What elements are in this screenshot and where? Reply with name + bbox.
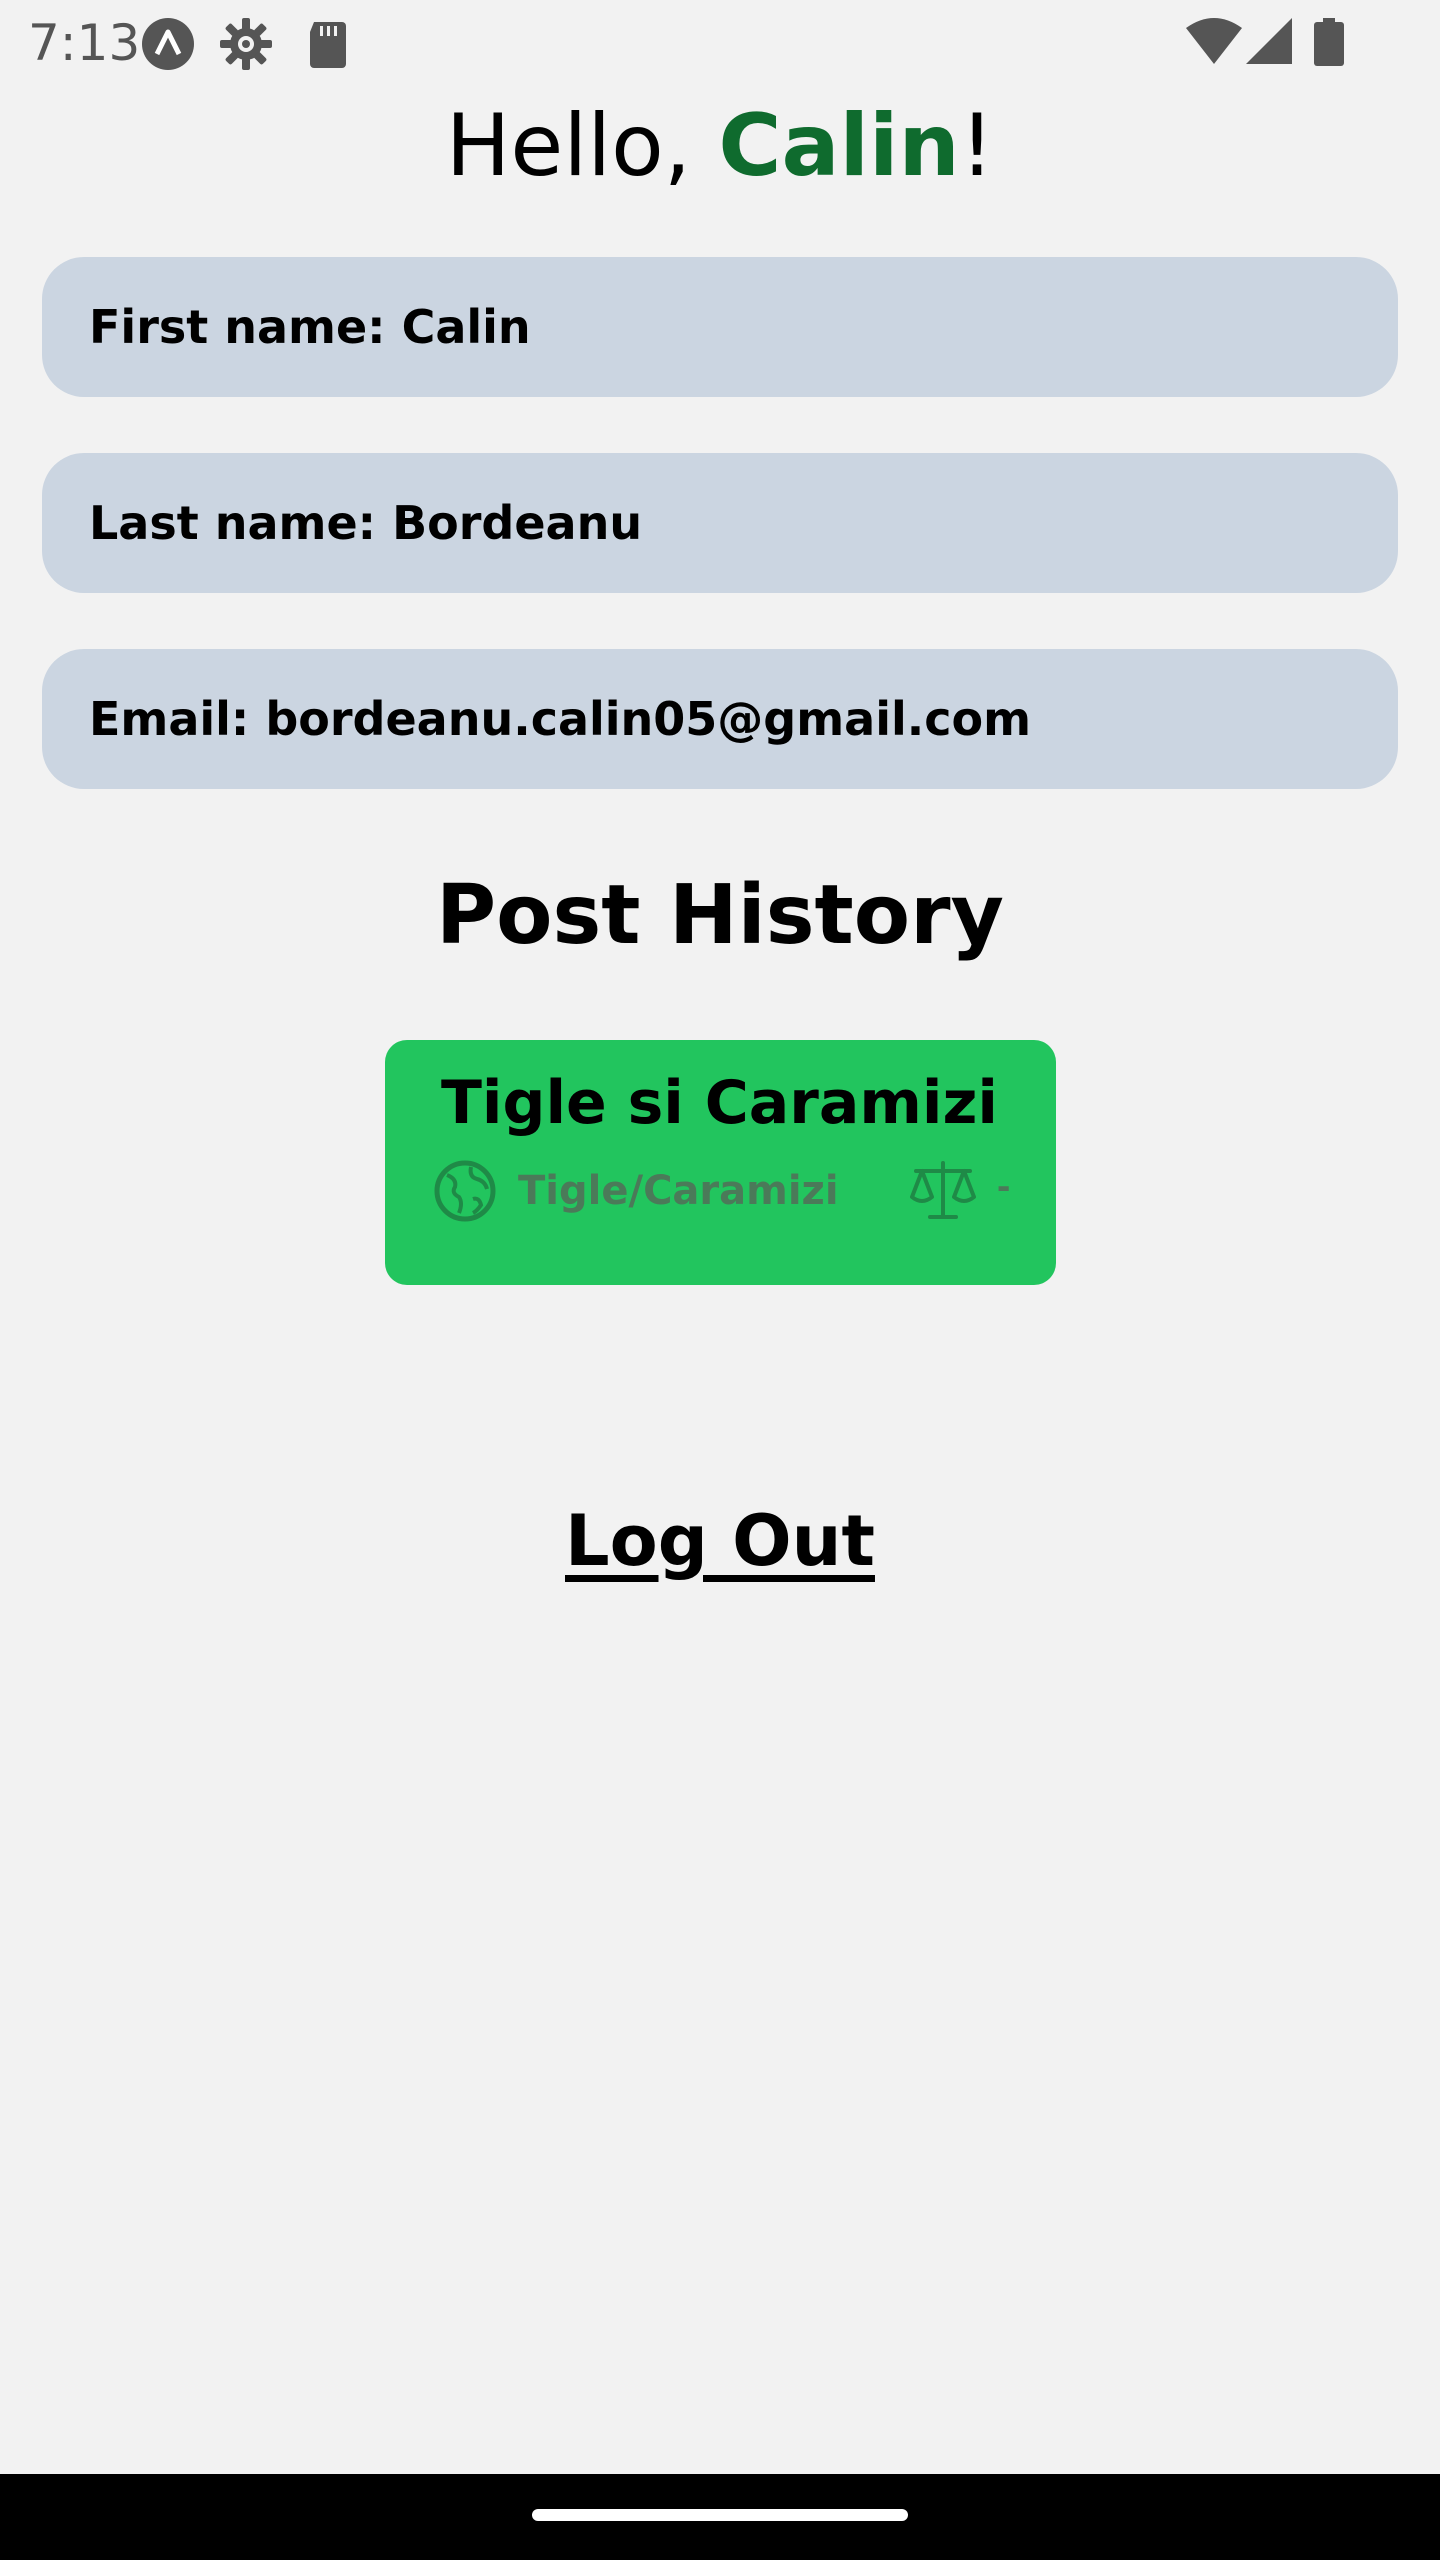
- settings-gear-icon: [220, 18, 272, 70]
- logout-link[interactable]: Log Out: [565, 1500, 875, 1582]
- post-title: Tigle si Caramizi: [441, 1068, 998, 1138]
- home-indicator[interactable]: [532, 2509, 908, 2521]
- logout-container: Log Out: [0, 1500, 1440, 1582]
- wifi-icon: [1186, 18, 1242, 64]
- sd-card-icon: [310, 22, 346, 68]
- post-category: Tigle/Caramizi: [518, 1168, 839, 1214]
- user-first-name: Calin: [718, 96, 960, 196]
- navigation-bar: [0, 2474, 1440, 2560]
- post-card[interactable]: Tigle si Caramizi Tigle/Caramizi -: [385, 1040, 1056, 1285]
- first-name-field: First name: Calin: [42, 257, 1398, 397]
- launcher-icon: [142, 18, 194, 70]
- scale-icon: [910, 1161, 976, 1219]
- greeting-prefix: Hello,: [445, 96, 719, 196]
- cellular-signal-icon: [1246, 18, 1292, 64]
- status-time: 7:13: [28, 14, 141, 72]
- post-value: -: [997, 1164, 1011, 1208]
- email-field: Email: bordeanu.calin05@gmail.com: [42, 649, 1398, 789]
- post-history-title: Post History: [436, 868, 1004, 963]
- greeting-title: Hello, Calin!: [0, 96, 1440, 196]
- status-bar: 7:13: [0, 0, 1440, 84]
- battery-icon: [1314, 18, 1344, 66]
- greeting-suffix: !: [959, 96, 995, 196]
- profile-screen: 7:13 Hello, Calin! First name: Calin Las…: [0, 0, 1440, 2560]
- globe-icon: [434, 1160, 496, 1222]
- last-name-field: Last name: Bordeanu: [42, 453, 1398, 593]
